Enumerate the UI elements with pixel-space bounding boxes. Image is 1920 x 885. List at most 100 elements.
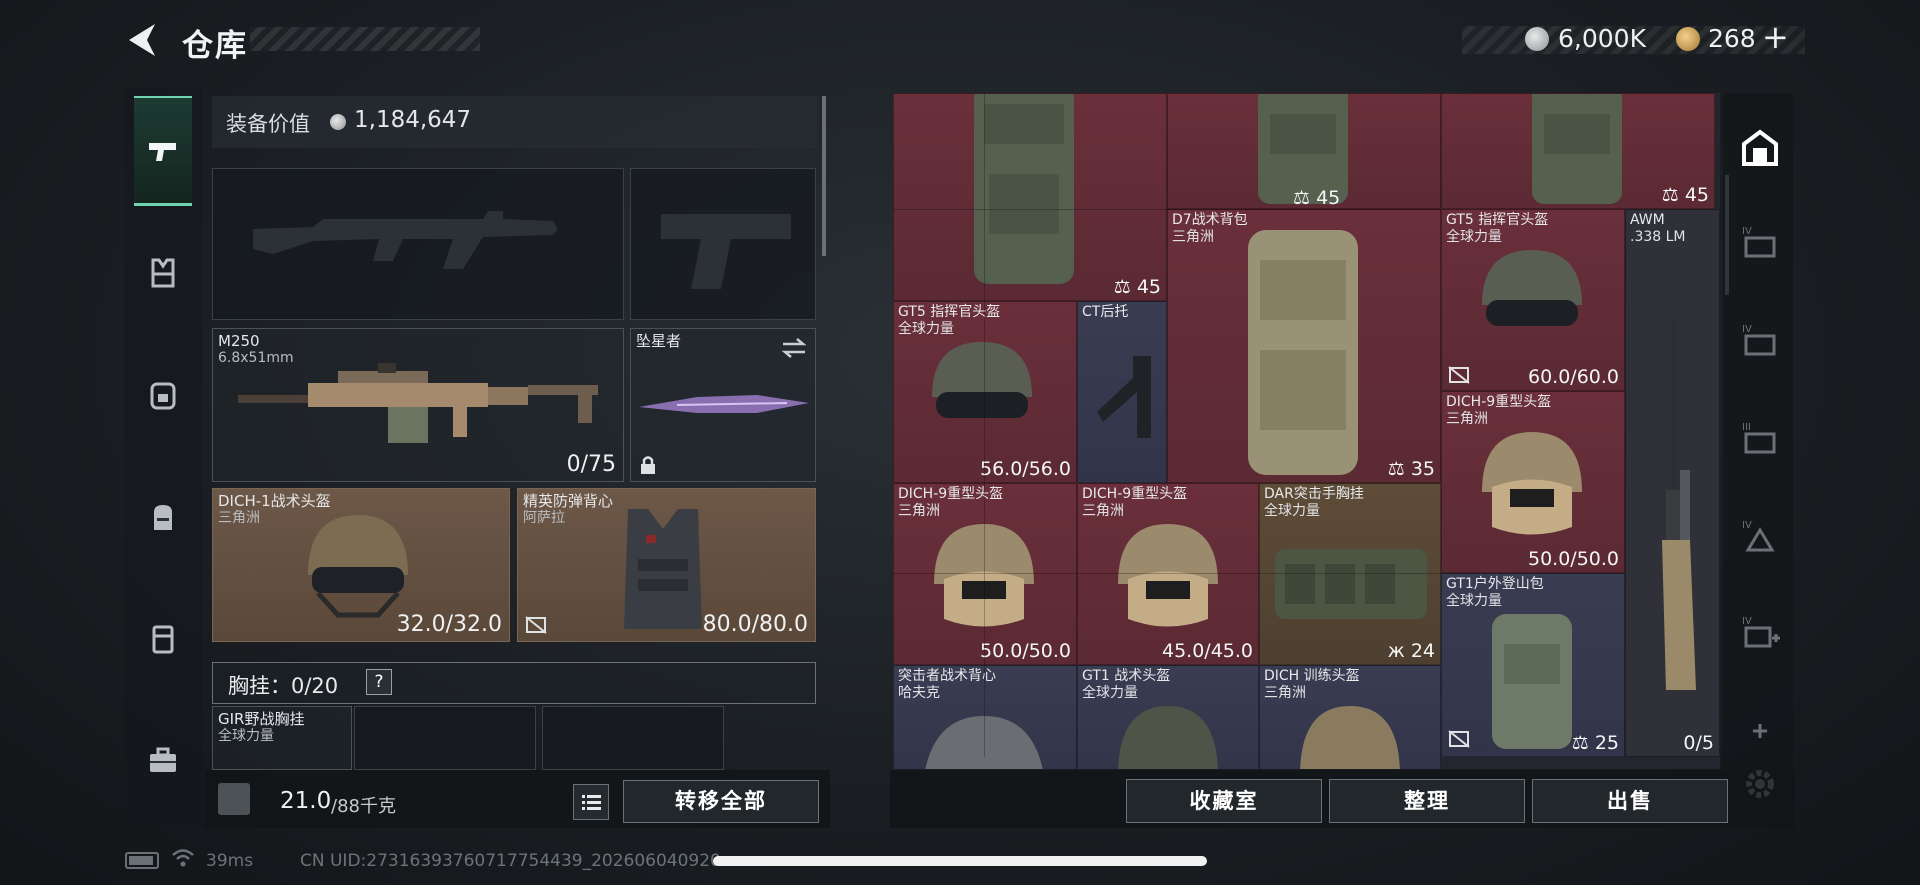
stash-item-dich-training-helmet[interactable]: DICH 训练头盔 三角洲 bbox=[1259, 665, 1441, 769]
weight-small-icon: ⚖ bbox=[1113, 276, 1137, 298]
melee-slot[interactable]: 坠星者 bbox=[630, 328, 816, 482]
armor-slot[interactable]: 精英防弹背心 阿萨拉 80.0/80.0 bbox=[517, 488, 816, 642]
chest-rig-label-text: 胸挂： bbox=[228, 674, 291, 698]
sort-button[interactable]: 整理 bbox=[1329, 779, 1525, 823]
weight-small-icon: ⚖ bbox=[1571, 732, 1595, 754]
chest-rig-item-origin: 全球力量 bbox=[218, 728, 274, 744]
weight-small-icon: ⚖ bbox=[1661, 184, 1685, 206]
sidebar-tab-vest[interactable] bbox=[134, 218, 192, 328]
sidebar-tab-case[interactable] bbox=[134, 706, 192, 816]
item-ammo: 0/5 bbox=[1683, 732, 1714, 754]
back-arrow-icon[interactable] bbox=[125, 22, 159, 58]
sidebar-tab-weapons[interactable] bbox=[134, 96, 192, 206]
backpack-icon bbox=[154, 505, 172, 530]
equip-value: 1,184,647 bbox=[354, 107, 472, 133]
item-origin: 哈夫克 bbox=[898, 685, 940, 701]
helmet-icon bbox=[308, 515, 408, 618]
sidearm-slot-empty[interactable] bbox=[630, 168, 816, 320]
backpack-item-icon bbox=[1532, 94, 1622, 204]
case-tier-3-icon[interactable]: III bbox=[1740, 418, 1780, 458]
case-tier-4-icon[interactable]: IV bbox=[1740, 222, 1780, 262]
wifi-icon bbox=[172, 849, 194, 867]
page-title: 仓库 bbox=[182, 28, 248, 64]
transfer-all-button[interactable]: 转移全部 bbox=[623, 780, 819, 823]
category-sidebar bbox=[124, 88, 202, 828]
no-repair-icon bbox=[525, 616, 547, 634]
stash-item-gt1-backpack[interactable]: GT1户外登山包 全球力量 ⚖ 25 bbox=[1441, 573, 1625, 757]
add-currency-button[interactable]: + bbox=[1762, 18, 1789, 56]
battery-level bbox=[129, 856, 153, 865]
stash-item-dar-chest-rig[interactable]: DAR突击手胸挂 全球力量 ж 24 bbox=[1259, 483, 1441, 665]
melee-name: 坠星者 bbox=[636, 332, 682, 350]
item-count-value: 45 bbox=[1684, 184, 1709, 206]
primary-weapon-slot-empty[interactable] bbox=[212, 168, 624, 320]
item-durability: 56.0/56.0 bbox=[979, 458, 1071, 480]
briefcase-icon bbox=[150, 747, 176, 772]
add-icon[interactable] bbox=[1740, 720, 1780, 742]
helmet-item-icon bbox=[932, 342, 1032, 418]
scrollbar[interactable] bbox=[822, 96, 826, 256]
grid-line bbox=[984, 93, 985, 757]
help-button[interactable]: ? bbox=[366, 669, 392, 695]
pistol-icon bbox=[149, 142, 176, 161]
stash-item-backpack[interactable]: ⚖ 45 bbox=[1441, 93, 1715, 209]
item-name: AWM bbox=[1630, 212, 1665, 228]
item-origin: 全球力量 bbox=[1446, 229, 1502, 245]
vest-icon bbox=[151, 258, 175, 288]
helmet-item-icon bbox=[1118, 706, 1218, 769]
title-decoration bbox=[250, 27, 480, 51]
stash-item-d7-backpack[interactable]: D7战术背包 三角洲 ⚖ 35 bbox=[1167, 209, 1441, 483]
sidebar-tab-backpack[interactable] bbox=[134, 462, 192, 572]
backpack-item-icon bbox=[974, 94, 1074, 284]
helmet-item-icon bbox=[1118, 524, 1218, 627]
primary-weapon-slot[interactable]: M250 6.8x51mm 0/75 bbox=[212, 328, 624, 482]
helmet-slot[interactable]: DICH-1战术头盔 三角洲 32.0/32.0 bbox=[212, 488, 510, 642]
stash-item-dich9-helmet[interactable]: DICH-9重型头盔 三角洲 50.0/50.0 bbox=[1441, 391, 1625, 573]
stash-item-dich9-helmet[interactable]: DICH-9重型头盔 三角洲 50.0/50.0 bbox=[893, 483, 1077, 665]
rifle-silhouette-icon bbox=[253, 211, 558, 269]
stash-item-backpack[interactable]: ⚖ 45 bbox=[893, 93, 1167, 301]
item-durability: 45.0/45.0 bbox=[1161, 640, 1253, 662]
svg-text:IV: IV bbox=[1742, 324, 1752, 335]
item-origin: 三角洲 bbox=[898, 503, 940, 519]
item-durability: 50.0/50.0 bbox=[1527, 548, 1619, 570]
stash-item-gt1-helmet[interactable]: GT1 战术头盔 全球力量 bbox=[1077, 665, 1259, 769]
collection-room-button[interactable]: 收藏室 bbox=[1126, 779, 1322, 823]
armor-name: 精英防弹背心 bbox=[523, 492, 614, 510]
weight-max: /88千克 bbox=[331, 796, 396, 817]
stash-item-gt5-helmet[interactable]: GT5 指挥官头盔 全球力量 56.0/56.0 bbox=[893, 301, 1077, 483]
stash-item-awm[interactable]: AWM .338 LM 0/5 bbox=[1625, 209, 1720, 757]
chest-rig-slot-empty[interactable] bbox=[542, 706, 724, 770]
home-indicator[interactable] bbox=[713, 856, 1207, 866]
weapon-ammo: 0/75 bbox=[566, 452, 616, 477]
sell-button[interactable]: 出售 bbox=[1532, 779, 1728, 823]
chest-rig-item[interactable]: GIR野战胸挂 全球力量 bbox=[212, 706, 352, 770]
chest-rig-slot-empty[interactable] bbox=[354, 706, 536, 770]
item-count: ж 24 bbox=[1388, 640, 1435, 662]
medical-case-icon[interactable]: IV bbox=[1740, 612, 1780, 652]
stash-icon[interactable] bbox=[1740, 128, 1780, 168]
user-uid: CN UID:27316393760717754439_202606040920 bbox=[300, 851, 721, 871]
item-name: GT1 战术头盔 bbox=[1082, 668, 1171, 684]
stash-item-ct-stock[interactable]: CT后托 bbox=[1077, 301, 1167, 483]
ammo-case-icon[interactable]: IV bbox=[1740, 516, 1780, 556]
weight-small-icon: ⚖ bbox=[1293, 187, 1317, 209]
stash-item-raider-vest[interactable]: 突击者战术背心 哈夫克 bbox=[893, 665, 1077, 769]
item-count-value: 45 bbox=[1136, 276, 1161, 298]
stash-item-gt5-helmet[interactable]: GT5 指挥官头盔 全球力量 60.0/60.0 bbox=[1441, 209, 1625, 391]
item-durability: 60.0/60.0 bbox=[1527, 366, 1619, 388]
stash-item-dich9-helmet[interactable]: DICH-9重型头盔 三角洲 45.0/45.0 bbox=[1077, 483, 1259, 665]
list-view-button[interactable] bbox=[573, 784, 609, 820]
backpack-armor-icon bbox=[150, 382, 176, 410]
item-durability: 50.0/50.0 bbox=[979, 640, 1071, 662]
item-count: ⚖ 45 bbox=[1293, 187, 1340, 209]
sidebar-tab-helmet[interactable] bbox=[134, 340, 192, 450]
vest-small-icon: ж bbox=[1387, 640, 1411, 662]
swap-icon[interactable] bbox=[781, 337, 807, 359]
item-name: DICH-9重型头盔 bbox=[1082, 486, 1188, 502]
item-origin: 三角洲 bbox=[1172, 229, 1214, 245]
sidebar-tab-armor[interactable] bbox=[134, 584, 192, 694]
case-tier-4-alt-icon[interactable]: IV bbox=[1740, 320, 1780, 360]
armor-icon bbox=[152, 625, 174, 654]
svg-text:IV: IV bbox=[1742, 616, 1752, 627]
